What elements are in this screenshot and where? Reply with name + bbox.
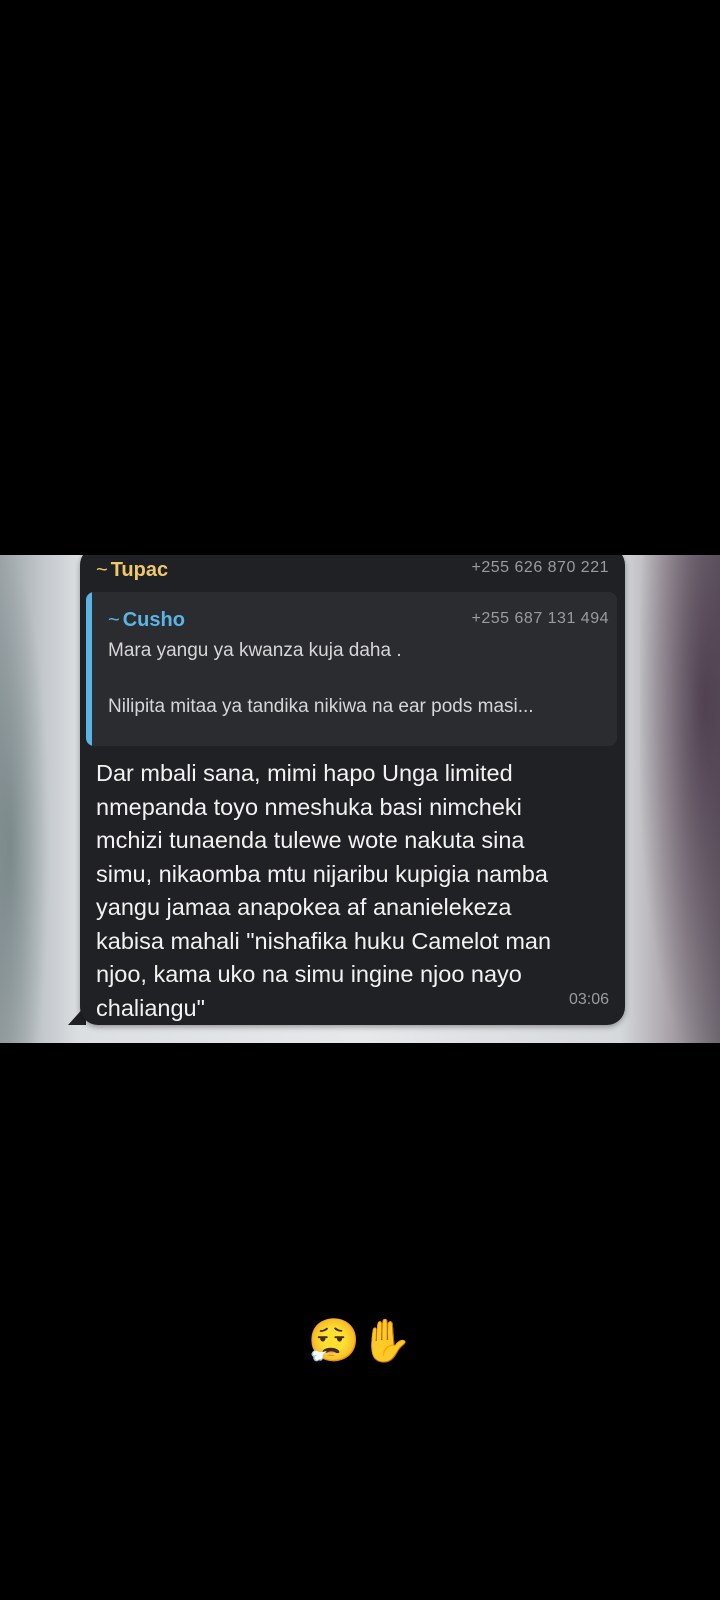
sender-tilde: ~ <box>96 559 108 581</box>
message-body: Dar mbali sana, mimi hapo Unga limited n… <box>96 760 552 1021</box>
quote-text-line-1: Mara yangu ya kwanza kuja daha . <box>108 640 402 661</box>
sender-phone: +255 626 870 221 <box>471 559 609 576</box>
background-blur-right <box>640 555 720 1043</box>
background-blur-left <box>0 555 50 1043</box>
quote-accent-bar <box>86 592 92 746</box>
sender-name[interactable]: Tupac <box>111 559 168 581</box>
quoted-message[interactable]: ~ Cusho +255 687 131 494 Mara yangu ya kw… <box>86 592 617 746</box>
emoji-caption: 😮‍💨✋ <box>307 1316 413 1365</box>
message-timestamp: 03:06 <box>568 991 609 1008</box>
message-bubble[interactable]: ~ Tupac +255 626 870 221 ~ Cusho +255 687 … <box>80 555 625 1025</box>
sender-row: ~ Tupac +255 626 870 221 <box>96 557 609 583</box>
quote-sender-phone: +255 687 131 494 <box>471 610 609 627</box>
quote-tilde: ~ <box>108 609 120 631</box>
chat-screenshot: ~ Tupac +255 626 870 221 ~ Cusho +255 687 … <box>0 555 720 1043</box>
quote-header: ~ Cusho +255 687 131 494 <box>108 608 609 632</box>
quote-sender-name: Cusho <box>122 609 185 631</box>
quote-text-line-2: Nilipita mitaa ya tandika nikiwa na ear … <box>108 696 534 717</box>
